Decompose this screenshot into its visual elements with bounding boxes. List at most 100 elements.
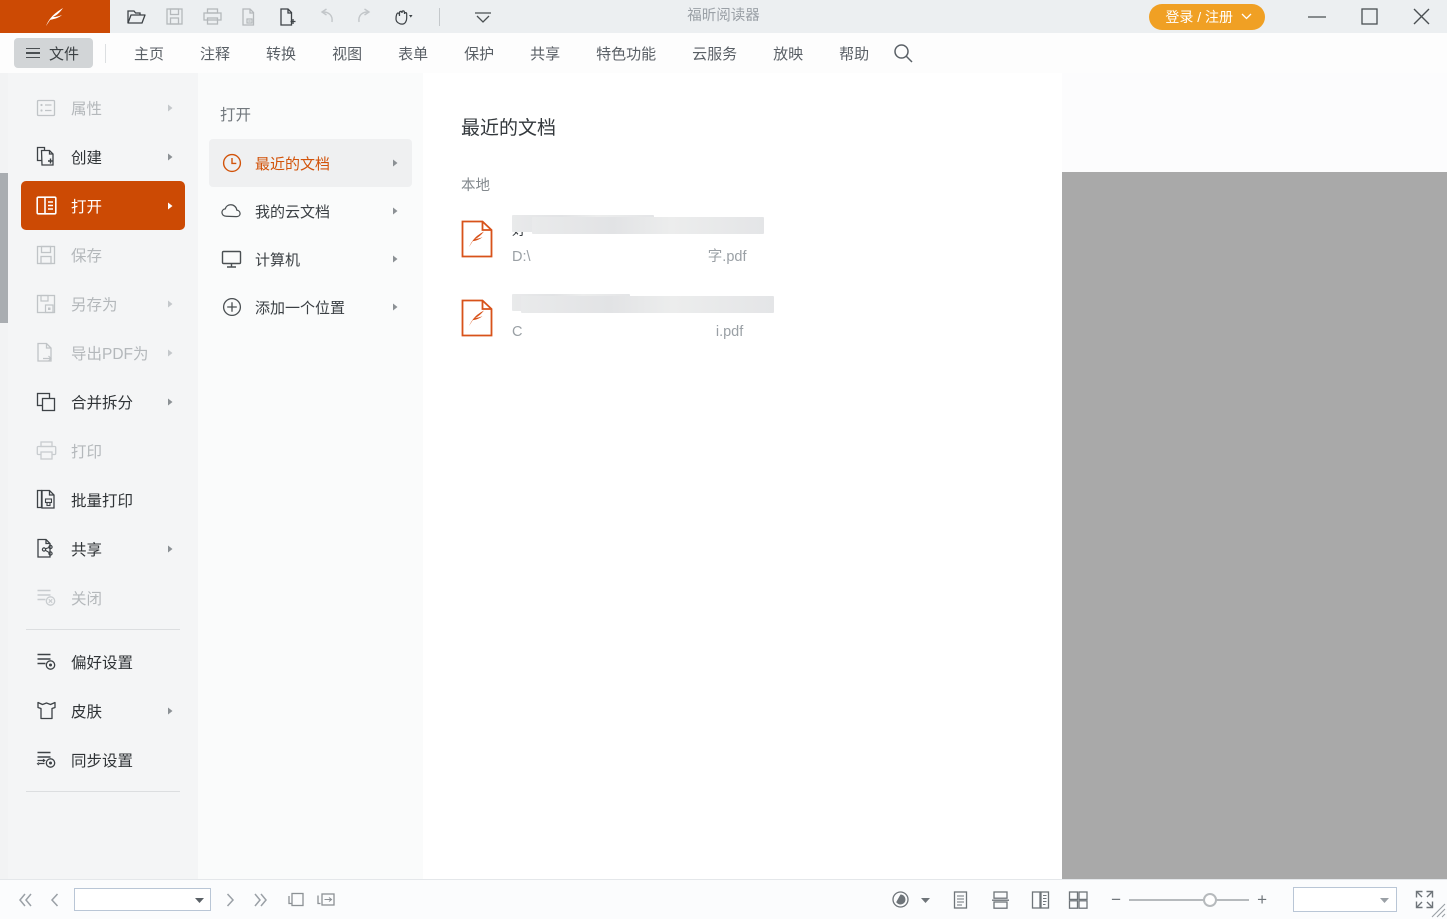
nav-label: 皮肤 xyxy=(71,700,102,722)
tab-convert[interactable]: 转换 xyxy=(248,33,314,73)
search-button[interactable] xyxy=(887,33,927,73)
single-page-view-button[interactable] xyxy=(945,885,975,915)
facing-pages-button[interactable] xyxy=(1025,885,1055,915)
document-area-top xyxy=(1062,73,1447,172)
create-pdf-button[interactable] xyxy=(275,4,301,30)
fit-page-button[interactable] xyxy=(281,885,311,915)
tab-features[interactable]: 特色功能 xyxy=(578,33,674,73)
nav-item-create[interactable]: 创建 xyxy=(21,132,185,181)
customize-toolbar-button[interactable] xyxy=(470,4,496,30)
open-file-button[interactable] xyxy=(123,4,149,30)
undo-button[interactable] xyxy=(313,4,339,30)
cloud-icon xyxy=(221,201,242,222)
nav-item-close[interactable]: 关闭 xyxy=(21,573,185,622)
hand-tool-button[interactable] xyxy=(389,4,421,30)
nav-item-batch-print[interactable]: 批量打印 xyxy=(21,475,185,524)
preferences-icon xyxy=(35,651,57,673)
nav-item-properties[interactable]: 属性 xyxy=(21,83,185,132)
place-label: 添加一个位置 xyxy=(255,297,345,318)
page-number-input[interactable] xyxy=(74,888,211,911)
close-button[interactable] xyxy=(1395,0,1447,33)
recent-documents-pane: 最近的文档 本地 好 xyxy=(423,73,1062,879)
nav-item-print[interactable]: 打印 xyxy=(21,426,185,475)
nav-item-merge-split[interactable]: 合并拆分 xyxy=(21,377,185,426)
nav-item-skin[interactable]: 皮肤 xyxy=(21,686,185,735)
nav-item-export-pdf[interactable]: 导出PDF为 xyxy=(21,328,185,377)
menu-divider xyxy=(105,44,106,63)
maximize-button[interactable] xyxy=(1343,0,1395,33)
continuous-scroll-button[interactable] xyxy=(985,885,1015,915)
place-item-cloud-documents[interactable]: 我的云文档 xyxy=(209,187,412,235)
monitor-icon xyxy=(221,249,242,270)
nav-label: 关闭 xyxy=(71,587,102,609)
file-backstage-panel: 属性 创建 打开 xyxy=(0,73,1062,879)
pdf-file-icon xyxy=(461,299,493,337)
last-page-button[interactable] xyxy=(245,885,275,915)
document-minus-icon xyxy=(241,8,259,26)
fit-width-button[interactable] xyxy=(311,885,341,915)
minimize-button[interactable] xyxy=(1291,0,1343,33)
next-page-button[interactable] xyxy=(215,885,245,915)
zoom-slider-track[interactable] xyxy=(1129,899,1249,901)
fit-width-icon xyxy=(316,891,337,908)
tab-view[interactable]: 视图 xyxy=(314,33,380,73)
prev-page-button[interactable] xyxy=(40,885,70,915)
clock-icon xyxy=(221,153,242,174)
tab-comment[interactable]: 注释 xyxy=(182,33,248,73)
print-button[interactable] xyxy=(199,4,225,30)
chevron-right-icon xyxy=(392,255,399,264)
backstage-scrollbar[interactable] xyxy=(0,73,8,879)
email-attachment-button[interactable] xyxy=(237,4,263,30)
merge-split-icon xyxy=(35,391,57,413)
tab-present[interactable]: 放映 xyxy=(755,33,821,73)
nav-label: 打开 xyxy=(71,195,102,217)
nav-label: 同步设置 xyxy=(71,749,133,771)
place-item-computer[interactable]: 计算机 xyxy=(209,235,412,283)
list-item[interactable]: C i.pdf xyxy=(461,288,1062,352)
pdf-file-icon xyxy=(461,220,493,258)
tab-protect[interactable]: 保护 xyxy=(446,33,512,73)
continuous-scroll-icon xyxy=(991,891,1010,909)
place-item-add-a-place[interactable]: 添加一个位置 xyxy=(209,283,412,331)
save-button[interactable] xyxy=(161,4,187,30)
tab-file[interactable]: 文件 xyxy=(14,38,93,68)
chevron-left-icon xyxy=(49,893,61,907)
nav-item-share[interactable]: 共享 xyxy=(21,524,185,573)
login-label: 登录 / 注册 xyxy=(1165,7,1233,27)
page-navigation-group xyxy=(0,885,341,915)
tab-cloud[interactable]: 云服务 xyxy=(674,33,755,73)
tab-home[interactable]: 主页 xyxy=(116,33,182,73)
caret-down-icon xyxy=(194,896,205,904)
nav-item-save-as[interactable]: 另存为 xyxy=(21,279,185,328)
close-document-icon xyxy=(35,587,57,609)
single-page-view-icon xyxy=(952,891,969,909)
rotate-dropdown-button[interactable] xyxy=(917,885,933,915)
zoom-in-button[interactable]: + xyxy=(1249,890,1275,910)
zoom-slider-group[interactable]: − + xyxy=(1103,890,1275,910)
nav-item-sync-settings[interactable]: 同步设置 xyxy=(21,735,185,784)
nav-item-save[interactable]: 保存 xyxy=(21,230,185,279)
document-area-gray xyxy=(1062,172,1447,879)
login-register-button[interactable]: 登录 / 注册 xyxy=(1149,4,1265,30)
list-item[interactable]: 好 D:\ 字.pdf xyxy=(461,209,1062,273)
tab-share[interactable]: 共享 xyxy=(512,33,578,73)
resize-grip-icon[interactable] xyxy=(1431,903,1446,918)
place-item-recent-documents[interactable]: 最近的文档 xyxy=(209,139,412,187)
zoom-slider-knob[interactable] xyxy=(1203,893,1217,907)
chevron-right-icon xyxy=(167,348,174,357)
redaction-blur xyxy=(521,296,774,313)
tab-help[interactable]: 帮助 xyxy=(821,33,887,73)
zoom-out-button[interactable]: − xyxy=(1103,890,1129,910)
properties-list-icon xyxy=(35,97,57,119)
toolbar-divider xyxy=(439,8,440,26)
zoom-level-dropdown[interactable] xyxy=(1293,887,1397,912)
group-label-local: 本地 xyxy=(423,140,1062,195)
nav-item-open[interactable]: 打开 xyxy=(21,181,185,230)
first-page-button[interactable] xyxy=(10,885,40,915)
grid-pages-button[interactable] xyxy=(1065,885,1091,915)
redo-button[interactable] xyxy=(351,4,377,30)
nav-item-preferences[interactable]: 偏好设置 xyxy=(21,637,185,686)
tab-form[interactable]: 表单 xyxy=(380,33,446,73)
rotate-view-button[interactable] xyxy=(887,885,913,915)
chevron-right-icon xyxy=(392,159,399,168)
